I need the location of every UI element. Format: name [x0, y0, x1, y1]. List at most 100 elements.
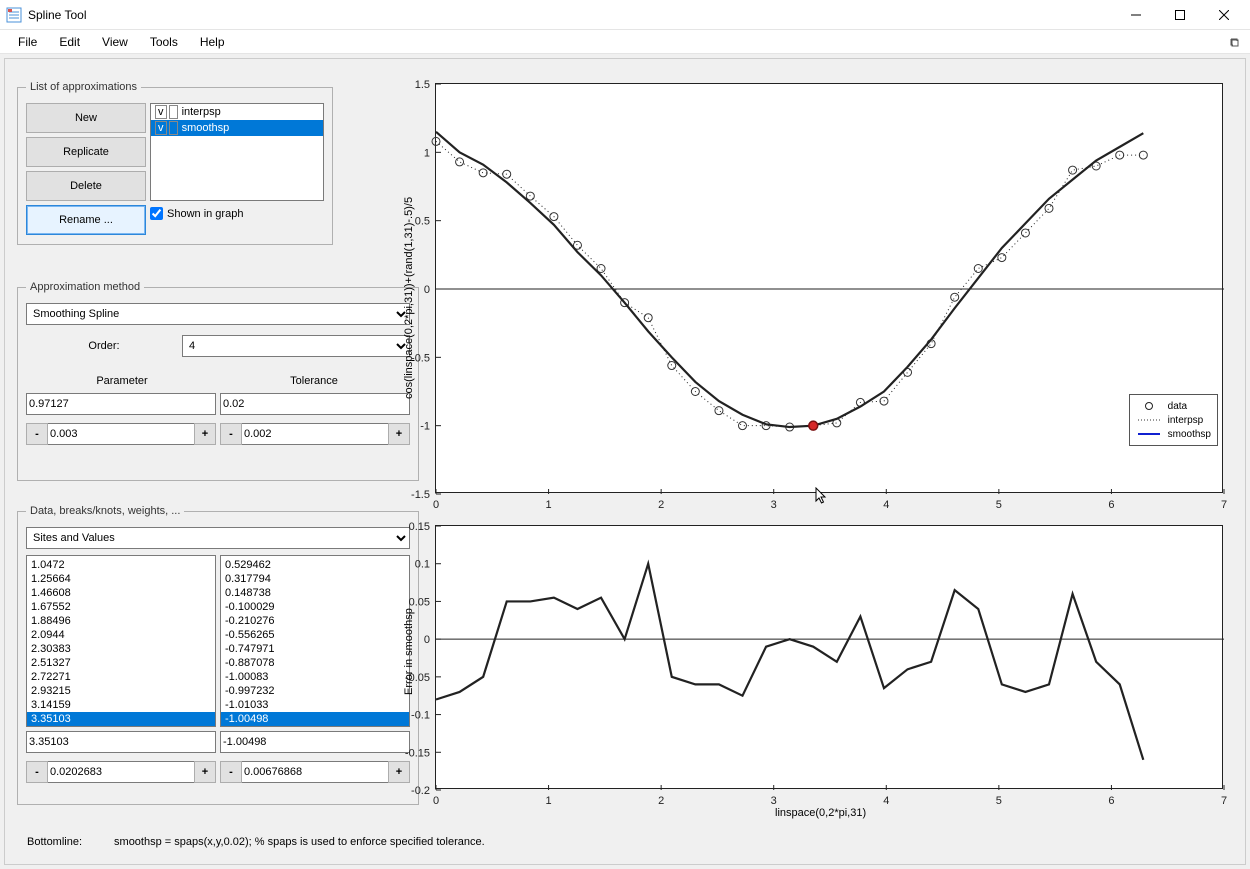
app-icon — [6, 7, 22, 23]
svg-text:1: 1 — [546, 795, 552, 807]
list-item[interactable]: 0.148738 — [221, 586, 409, 600]
parameter-input[interactable] — [26, 393, 216, 415]
value-step-input[interactable] — [242, 761, 388, 783]
list-item[interactable]: 0.317794 — [221, 572, 409, 586]
bottomline-text: smoothsp = spaps(x,y,0.02); % spaps is u… — [114, 836, 485, 848]
list-item[interactable]: 2.0944 — [27, 628, 215, 642]
parameter-minus-button[interactable]: - — [26, 423, 48, 445]
error-plot-ylabel: Error in smoothsp — [403, 608, 415, 695]
list-item[interactable]: 2.93215 — [27, 684, 215, 698]
values-listbox[interactable]: 0.6780740.5294620.3177940.148738-0.10002… — [220, 555, 410, 727]
data-panel: Data, breaks/knots, weights, ... Sites a… — [17, 505, 419, 805]
list-item[interactable]: -0.747971 — [221, 642, 409, 656]
order-select[interactable]: 4 — [182, 335, 410, 357]
svg-text:6: 6 — [1108, 795, 1114, 807]
list-item[interactable]: 2.72271 — [27, 670, 215, 684]
svg-text:0.05: 0.05 — [409, 596, 430, 608]
list-item[interactable]: -0.887078 — [221, 656, 409, 670]
site-step-input[interactable] — [48, 761, 194, 783]
restore-down-icon[interactable] — [1226, 34, 1242, 50]
approximation-list-item[interactable]: v interpsp — [151, 104, 323, 120]
method-select[interactable]: Smoothing Spline — [26, 303, 410, 325]
svg-text:3: 3 — [771, 795, 777, 807]
site-edit-input[interactable] — [26, 731, 216, 753]
svg-text:2: 2 — [658, 499, 664, 511]
approximations-listbox[interactable]: v interpspv smoothsp — [150, 103, 324, 201]
svg-text:-0.2: -0.2 — [411, 785, 430, 797]
menu-file[interactable]: File — [8, 33, 47, 51]
workspace: List of approximations New Replicate Del… — [0, 54, 1250, 869]
list-item[interactable]: -0.100029 — [221, 600, 409, 614]
svg-text:4: 4 — [883, 795, 889, 807]
error-plot[interactable]: 01234567-0.2-0.15-0.1-0.0500.050.10.15 — [435, 525, 1223, 789]
svg-text:0: 0 — [424, 284, 430, 296]
list-item[interactable]: -1.00498 — [221, 712, 409, 726]
svg-text:0: 0 — [433, 795, 439, 807]
close-button[interactable] — [1202, 1, 1246, 29]
tolerance-input[interactable] — [220, 393, 410, 415]
title-bar: Spline Tool — [0, 0, 1250, 30]
svg-text:1: 1 — [424, 147, 430, 159]
parameter-plus-button[interactable]: + — [194, 423, 216, 445]
list-item[interactable]: 1.0472 — [27, 558, 215, 572]
maximize-button[interactable] — [1158, 1, 1202, 29]
site-minus-button[interactable]: - — [26, 761, 48, 783]
svg-text:0.5: 0.5 — [415, 216, 430, 228]
main-plot[interactable]: 01234567-1.5-1-0.500.511.5 data interpsp… — [435, 83, 1223, 493]
svg-text:1: 1 — [546, 499, 552, 511]
legend-interpsp: interpsp — [1168, 415, 1204, 426]
error-plot-xlabel: linspace(0,2*pi,31) — [775, 807, 866, 819]
svg-text:5: 5 — [996, 499, 1002, 511]
svg-text:1.5: 1.5 — [415, 79, 430, 91]
svg-text:0: 0 — [424, 634, 430, 646]
bottomline-row: Bottomline: smoothsp = spaps(x,y,0.02); … — [27, 836, 485, 848]
list-item[interactable]: 0.529462 — [221, 558, 409, 572]
approximations-panel-title: List of approximations — [26, 81, 141, 93]
list-item[interactable]: 2.51327 — [27, 656, 215, 670]
approximations-panel: List of approximations New Replicate Del… — [17, 81, 333, 245]
list-item[interactable]: 1.46608 — [27, 586, 215, 600]
site-plus-button[interactable]: + — [194, 761, 216, 783]
list-item[interactable]: 3.35103 — [27, 712, 215, 726]
tolerance-minus-button[interactable]: - — [220, 423, 242, 445]
sites-listbox[interactable]: 0.8377581.04721.256641.466081.675521.884… — [26, 555, 216, 727]
main-plot-ylabel: cos(linspace(0,2*pi,31))+(rand(1,31)-.5)… — [403, 197, 415, 399]
list-item[interactable]: 2.30383 — [27, 642, 215, 656]
value-plus-button[interactable]: + — [388, 761, 410, 783]
new-button[interactable]: New — [26, 103, 146, 133]
svg-text:0.1: 0.1 — [415, 559, 430, 571]
svg-text:7: 7 — [1221, 499, 1227, 511]
value-minus-button[interactable]: - — [220, 761, 242, 783]
parameter-step-input[interactable] — [48, 423, 194, 445]
list-item[interactable]: 1.88496 — [27, 614, 215, 628]
menu-bar: File Edit View Tools Help — [0, 30, 1250, 54]
delete-button[interactable]: Delete — [26, 171, 146, 201]
replicate-button[interactable]: Replicate — [26, 137, 146, 167]
list-item[interactable]: 1.67552 — [27, 600, 215, 614]
menu-tools[interactable]: Tools — [140, 33, 188, 51]
tolerance-plus-button[interactable]: + — [388, 423, 410, 445]
data-view-select[interactable]: Sites and Values — [26, 527, 410, 549]
list-item[interactable]: -0.210276 — [221, 614, 409, 628]
list-item[interactable]: -0.997232 — [221, 684, 409, 698]
list-item[interactable]: -1.00083 — [221, 670, 409, 684]
list-item[interactable]: -1.01033 — [221, 698, 409, 712]
list-item[interactable]: 3.14159 — [27, 698, 215, 712]
svg-text:5: 5 — [996, 795, 1002, 807]
tolerance-step-input[interactable] — [242, 423, 388, 445]
menu-view[interactable]: View — [92, 33, 138, 51]
menu-help[interactable]: Help — [190, 33, 235, 51]
value-edit-input[interactable] — [220, 731, 410, 753]
rename-button[interactable]: Rename ... — [26, 205, 146, 235]
approximation-list-item[interactable]: v smoothsp — [151, 120, 323, 136]
menu-edit[interactable]: Edit — [49, 33, 90, 51]
parameter-label: Parameter — [26, 375, 218, 387]
shown-in-graph-checkbox[interactable]: Shown in graph — [150, 207, 324, 220]
plot-legend: data interpsp smoothsp — [1129, 394, 1218, 446]
list-item[interactable]: 1.25664 — [27, 572, 215, 586]
shown-in-graph-label: Shown in graph — [167, 208, 243, 220]
list-item[interactable]: -0.556265 — [221, 628, 409, 642]
svg-text:2: 2 — [658, 795, 664, 807]
minimize-button[interactable] — [1114, 1, 1158, 29]
method-panel: Approximation method Smoothing Spline Or… — [17, 281, 419, 481]
